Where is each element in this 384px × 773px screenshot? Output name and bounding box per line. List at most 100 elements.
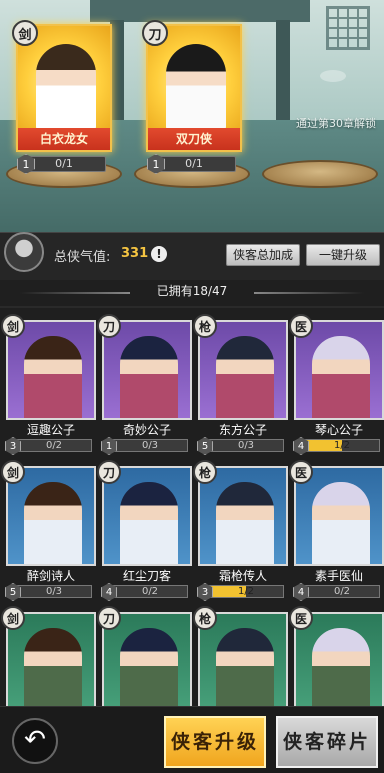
hero-figure <box>24 628 82 706</box>
hero-shard-progress: 5 0/3 <box>5 583 92 601</box>
lattice-window <box>326 6 370 50</box>
healer-type-icon: 医 <box>289 606 313 630</box>
hero-level-badge: 4 <box>101 583 117 601</box>
hero-card[interactable]: 刀红尘刀客 4 0/2 <box>97 460 192 601</box>
hero-level-badge: 5 <box>197 437 213 455</box>
hero-name: 奇妙公子 <box>122 423 171 437</box>
hero-pedestal-locked <box>262 160 378 218</box>
hero-card[interactable]: 枪霜枪传人 3 1/2 <box>193 460 288 601</box>
hero-name: 琴心公子 <box>314 423 363 437</box>
blade-type-icon: 刀 <box>97 314 121 338</box>
progress-text: 0/3 <box>237 440 255 451</box>
hero-shard-progress: 1 0/3 <box>101 437 188 455</box>
hero-card[interactable]: 剑逗趣公子 3 0/2 <box>1 314 96 455</box>
hero-figure <box>24 482 82 564</box>
progress-text: 0/2 <box>45 440 63 451</box>
hero-name: 醉剑诗人 <box>26 569 75 583</box>
hero-name: 霜枪传人 <box>218 569 267 583</box>
healer-type-icon: 医 <box>289 314 313 338</box>
hero-card[interactable]: 医琴心公子 4 1/2 <box>289 314 384 455</box>
sword-type-icon: 剑 <box>1 460 25 484</box>
total-qi-value: 331 <box>121 246 149 261</box>
hero-figure <box>216 628 274 706</box>
hero-shard-progress: 4 0/2 <box>293 583 380 601</box>
hero-shard-progress: 1 0/1 <box>147 154 236 174</box>
hero-level-badge: 1 <box>147 154 165 174</box>
hero-name: 红尘刀客 <box>122 569 171 583</box>
hero-card[interactable]: 剑醉剑诗人 5 0/3 <box>1 460 96 601</box>
progress-text: 0/3 <box>45 586 63 597</box>
hero-card[interactable]: 枪 <box>193 606 288 706</box>
hero-figure <box>216 482 274 564</box>
team-slot-1[interactable]: 剑 白衣龙女 1 0/1 <box>12 20 112 174</box>
progress-text: 0/1 <box>185 157 203 170</box>
hero-card[interactable]: 剑 <box>1 606 96 706</box>
slot-unlock-hint: 通过第30章解锁 <box>296 117 376 130</box>
sword-type-icon: 剑 <box>1 314 25 338</box>
hero-figure <box>24 336 82 418</box>
progress-text: 0/3 <box>141 440 159 451</box>
hero-shard-progress: 5 0/3 <box>197 437 284 455</box>
hero-card[interactable]: 剑 白衣龙女 <box>12 20 112 152</box>
progress-text: 0/2 <box>141 586 159 597</box>
spear-type-icon: 枪 <box>193 606 217 630</box>
progress-text: 0/2 <box>333 586 351 597</box>
hero-card[interactable]: 枪东方公子 5 0/3 <box>193 314 288 455</box>
spear-type-icon: 枪 <box>193 460 217 484</box>
hero-figure <box>216 336 274 418</box>
blade-type-icon: 刀 <box>142 20 168 46</box>
hero-shard-progress: 3 0/2 <box>5 437 92 455</box>
hero-name: 素手医仙 <box>314 569 363 583</box>
total-qi-label: 总侠气值: <box>54 250 111 265</box>
hero-name: 双刀侠 <box>148 128 240 150</box>
hero-name: 白衣龙女 <box>18 128 110 150</box>
sword-type-icon: 剑 <box>1 606 25 630</box>
hero-grid: 剑逗趣公子 3 0/2 刀奇妙公子 1 0/3 枪东方公子 5 0/3 医琴心公子 4 1/2 剑醉剑诗… <box>0 308 384 706</box>
progress-text: 1/2 <box>237 586 255 597</box>
hero-shard-progress: 1 0/1 <box>17 154 106 174</box>
hero-level-badge: 1 <box>17 154 35 174</box>
hero-level-badge: 4 <box>293 583 309 601</box>
pavilion-roof <box>90 0 310 22</box>
hero-card[interactable]: 医素手医仙 4 0/2 <box>289 460 384 601</box>
hero-card[interactable]: 刀 <box>97 606 192 706</box>
player-avatar[interactable] <box>4 232 44 272</box>
hero-figure <box>312 482 370 564</box>
hero-card[interactable]: 医 <box>289 606 384 706</box>
info-icon[interactable]: ! <box>151 246 167 262</box>
crane-decoration <box>320 70 346 82</box>
hero-card[interactable]: 刀 双刀侠 <box>142 20 242 152</box>
spear-type-icon: 枪 <box>193 314 217 338</box>
blade-type-icon: 刀 <box>97 606 121 630</box>
hero-figure <box>120 336 178 418</box>
hero-shard-progress: 3 1/2 <box>197 583 284 601</box>
hero-figure <box>120 628 178 706</box>
progress-text: 0/1 <box>55 157 73 170</box>
hero-level-badge: 1 <box>101 437 117 455</box>
sword-type-icon: 剑 <box>12 20 38 46</box>
hero-shard-progress: 4 0/2 <box>101 583 188 601</box>
blade-type-icon: 刀 <box>97 460 121 484</box>
hero-portrait <box>36 44 96 136</box>
hero-level-badge: 3 <box>5 437 21 455</box>
hero-name: 东方公子 <box>218 423 267 437</box>
total-bonus-button[interactable]: 侠客总加成 <box>226 244 300 266</box>
owned-count: 已拥有18/47 <box>156 284 228 298</box>
upgrade-all-button[interactable]: 一键升级 <box>306 244 380 266</box>
hero-figure <box>312 336 370 418</box>
back-arrow-icon[interactable]: ↶ <box>12 718 58 764</box>
hero-figure <box>120 482 178 564</box>
hero-portrait <box>166 44 226 136</box>
hero-shard-progress: 4 1/2 <box>293 437 380 455</box>
hero-level-badge: 5 <box>5 583 21 601</box>
pavilion-pillar <box>110 20 124 120</box>
hero-figure <box>312 628 370 706</box>
hero-shards-button[interactable]: 侠客碎片 <box>276 716 378 768</box>
healer-type-icon: 医 <box>289 460 313 484</box>
hero-upgrade-button[interactable]: 侠客升级 <box>164 716 266 768</box>
team-slot-2[interactable]: 刀 双刀侠 1 0/1 <box>142 20 242 174</box>
hero-card[interactable]: 刀奇妙公子 1 0/3 <box>97 314 192 455</box>
pavilion-pillar <box>276 20 290 120</box>
hero-name: 逗趣公子 <box>26 423 75 437</box>
progress-text: 1/2 <box>333 440 351 451</box>
